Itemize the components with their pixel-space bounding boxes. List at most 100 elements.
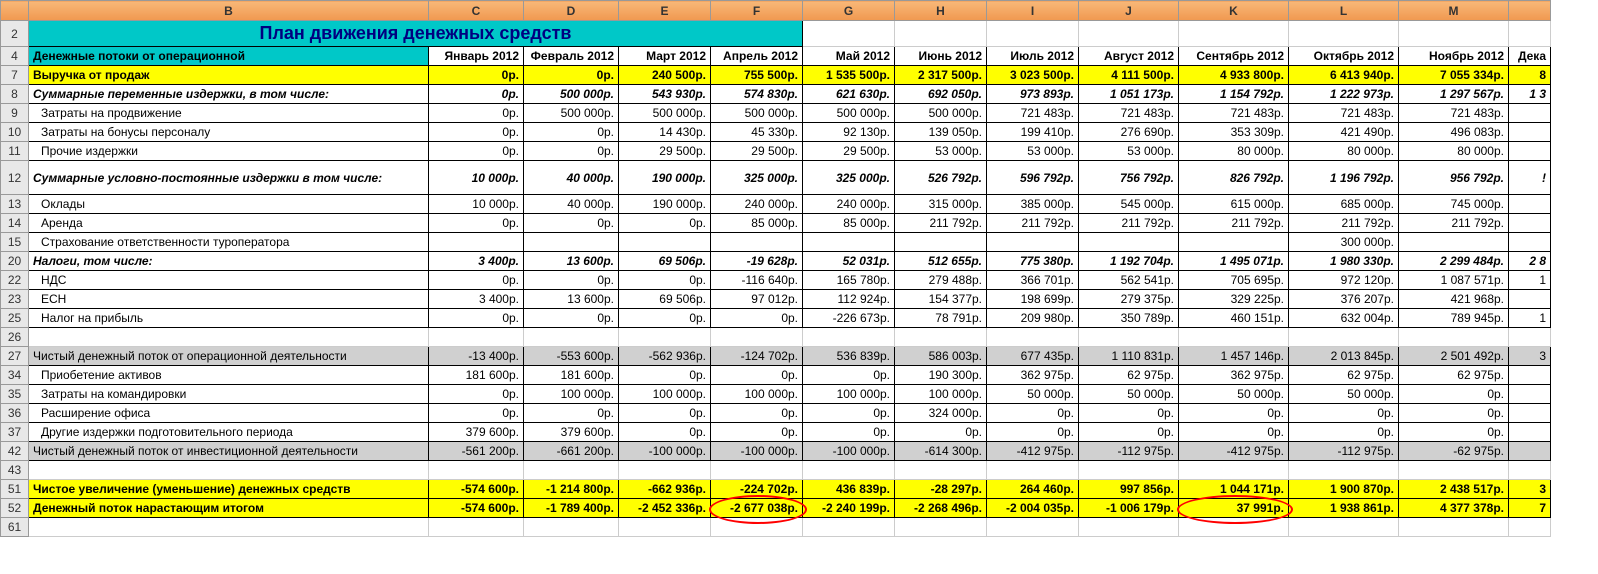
cell[interactable]: -28 297р. [895, 480, 987, 499]
cell[interactable]: 69 506р. [619, 252, 711, 271]
col-header[interactable]: H [895, 1, 987, 21]
cell[interactable]: 325 000р. [711, 161, 803, 195]
cell[interactable]: 496 083р. [1399, 123, 1509, 142]
cell[interactable]: 421 490р. [1289, 123, 1399, 142]
cell[interactable] [1509, 385, 1551, 404]
cell[interactable]: 574 830р. [711, 85, 803, 104]
cell[interactable]: -1 789 400р. [524, 499, 619, 518]
cell[interactable]: -561 200р. [429, 442, 524, 461]
cell[interactable]: 956 792р. [1399, 161, 1509, 195]
row-header[interactable]: 12 [1, 161, 29, 195]
cell[interactable]: 329 225р. [1179, 290, 1289, 309]
col-header[interactable]: L [1289, 1, 1399, 21]
cell[interactable]: 2 501 492р. [1399, 347, 1509, 366]
cell[interactable]: -112 975р. [1079, 442, 1179, 461]
cell[interactable]: 279 375р. [1079, 290, 1179, 309]
cell[interactable]: -100 000р. [803, 442, 895, 461]
row-header[interactable]: 34 [1, 366, 29, 385]
cell[interactable]: 100 000р. [711, 385, 803, 404]
cell[interactable]: 240 000р. [803, 195, 895, 214]
cell[interactable] [619, 518, 711, 537]
cell[interactable]: 62 975р. [1399, 366, 1509, 385]
col-header[interactable]: K [1179, 1, 1289, 21]
cell[interactable]: 0р. [429, 104, 524, 123]
cell[interactable] [29, 461, 429, 480]
cell[interactable]: 526 792р. [895, 161, 987, 195]
cell[interactable]: 0р. [711, 423, 803, 442]
row-header[interactable]: 51 [1, 480, 29, 499]
cell[interactable] [803, 233, 895, 252]
cell[interactable]: 0р. [619, 214, 711, 233]
cell[interactable] [524, 461, 619, 480]
cell[interactable]: 0р. [1289, 423, 1399, 442]
cell[interactable] [895, 461, 987, 480]
cell[interactable]: 721 483р. [987, 104, 1079, 123]
cell[interactable]: 53 000р. [987, 142, 1079, 161]
cell[interactable] [1509, 142, 1551, 161]
cell[interactable]: 0р. [987, 423, 1079, 442]
cell[interactable]: 240 000р. [711, 195, 803, 214]
cell[interactable] [1289, 518, 1399, 537]
cell[interactable]: 756 792р. [1079, 161, 1179, 195]
spreadsheet-table[interactable]: BCDEFGHIJKLM2План движения денежных сред… [0, 0, 1551, 537]
cell[interactable]: 789 945р. [1399, 309, 1509, 328]
cell[interactable]: 80 000р. [1289, 142, 1399, 161]
cell[interactable]: 2 8 [1509, 252, 1551, 271]
row-header[interactable]: 42 [1, 442, 29, 461]
cell[interactable]: 721 483р. [1399, 104, 1509, 123]
cell[interactable] [1079, 518, 1179, 537]
cell[interactable]: 1 044 171р. [1179, 480, 1289, 499]
col-header[interactable]: I [987, 1, 1079, 21]
cell[interactable]: 436 839р. [803, 480, 895, 499]
cell[interactable]: 190 000р. [619, 195, 711, 214]
cell[interactable] [429, 461, 524, 480]
cell[interactable]: 500 000р. [895, 104, 987, 123]
cell[interactable]: 997 856р. [1079, 480, 1179, 499]
row-header[interactable]: 10 [1, 123, 29, 142]
cell[interactable]: 154 377р. [895, 290, 987, 309]
cell[interactable]: 2 317 500р. [895, 66, 987, 85]
row-header[interactable]: 8 [1, 85, 29, 104]
cell[interactable] [1509, 442, 1551, 461]
row-header[interactable]: 15 [1, 233, 29, 252]
cell[interactable]: 85 000р. [803, 214, 895, 233]
cell[interactable]: 50 000р. [1289, 385, 1399, 404]
cell[interactable]: 211 792р. [1399, 214, 1509, 233]
cell[interactable]: 362 975р. [1179, 366, 1289, 385]
cell[interactable] [1509, 195, 1551, 214]
cell[interactable]: -100 000р. [619, 442, 711, 461]
cell[interactable]: 562 541р. [1079, 271, 1179, 290]
cell[interactable]: -614 300р. [895, 442, 987, 461]
cell[interactable] [1509, 404, 1551, 423]
cell[interactable] [987, 328, 1079, 347]
cell[interactable]: 211 792р. [987, 214, 1079, 233]
cell[interactable] [895, 328, 987, 347]
cell[interactable]: 0р. [429, 309, 524, 328]
cell[interactable]: 0р. [524, 404, 619, 423]
row-header[interactable]: 4 [1, 47, 29, 66]
cell[interactable] [1509, 233, 1551, 252]
cell[interactable]: -661 200р. [524, 442, 619, 461]
col-header[interactable]: E [619, 1, 711, 21]
cell[interactable] [1509, 328, 1551, 347]
cell[interactable]: 0р. [895, 423, 987, 442]
cell[interactable]: 29 500р. [803, 142, 895, 161]
cell[interactable]: 3 [1509, 347, 1551, 366]
cell[interactable]: 240 500р. [619, 66, 711, 85]
cell[interactable] [1509, 123, 1551, 142]
cell[interactable]: 276 690р. [1079, 123, 1179, 142]
cell[interactable]: 973 893р. [987, 85, 1079, 104]
cell[interactable]: 4 111 500р. [1079, 66, 1179, 85]
cell[interactable] [524, 518, 619, 537]
cell[interactable]: 209 980р. [987, 309, 1079, 328]
cell[interactable]: 0р. [429, 123, 524, 142]
cell[interactable]: 0р. [619, 423, 711, 442]
cell[interactable]: -1 214 800р. [524, 480, 619, 499]
cell[interactable]: 264 460р. [987, 480, 1079, 499]
cell[interactable] [1509, 214, 1551, 233]
cell[interactable]: -412 975р. [987, 442, 1079, 461]
cell[interactable]: 1 051 173р. [1079, 85, 1179, 104]
cell[interactable] [619, 461, 711, 480]
cell[interactable]: 0р. [1399, 423, 1509, 442]
cell[interactable]: 755 500р. [711, 66, 803, 85]
